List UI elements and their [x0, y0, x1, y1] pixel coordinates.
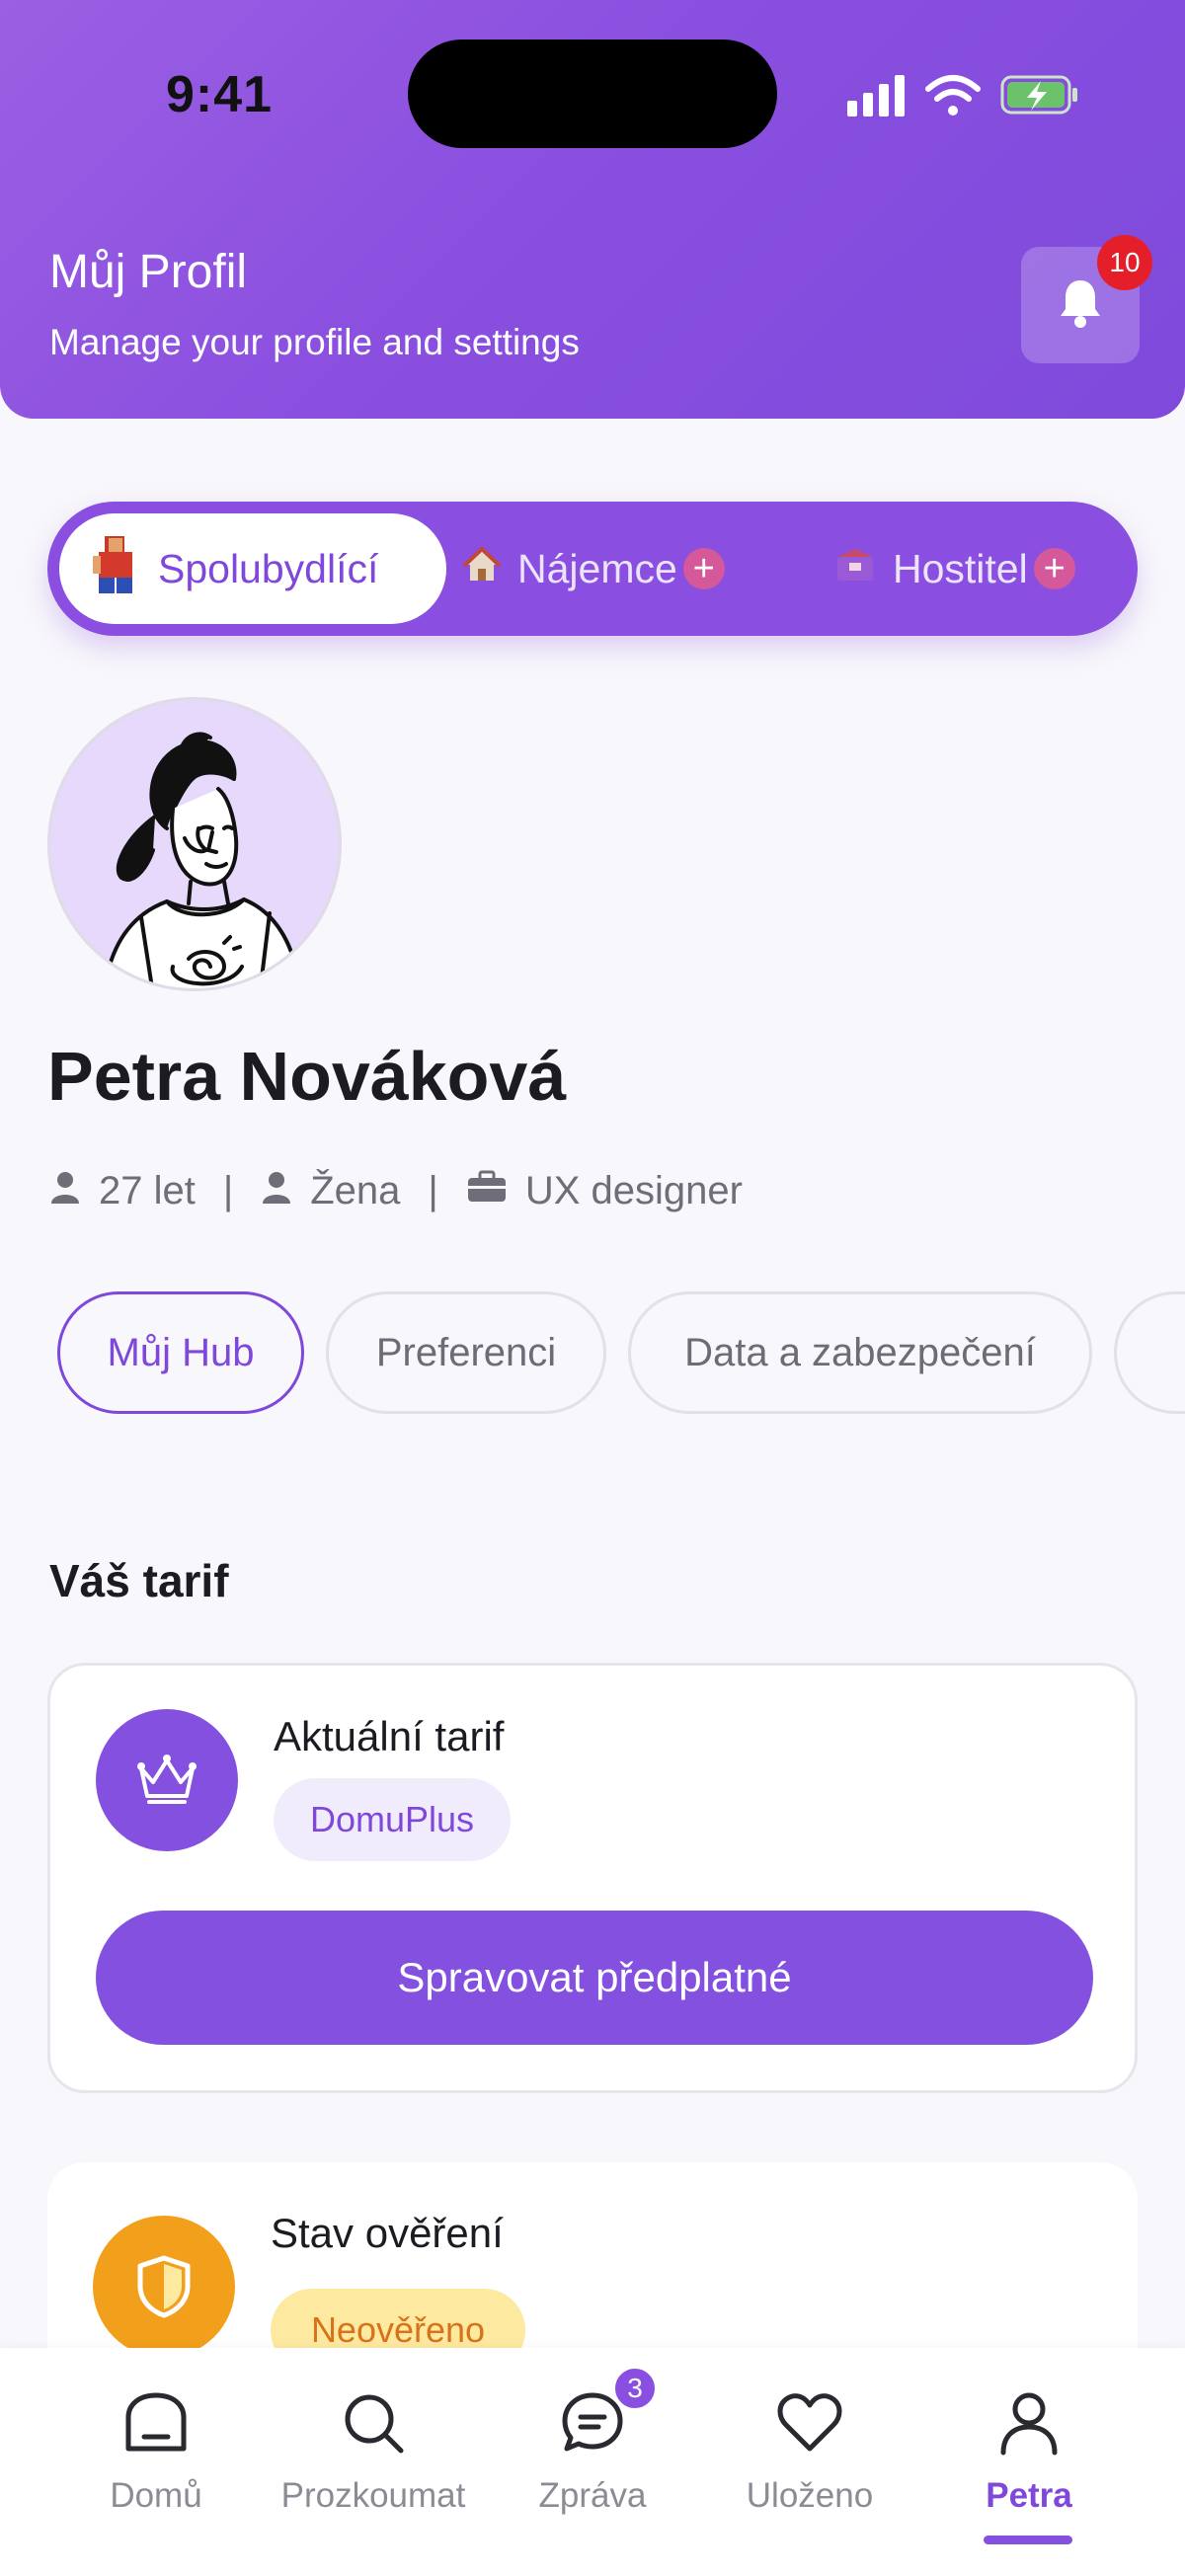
nav-profile[interactable]: Petra	[930, 2383, 1128, 2516]
active-nav-indicator	[984, 2536, 1072, 2544]
nav-messages[interactable]: Zpráva	[494, 2383, 691, 2516]
host-box-icon	[833, 545, 877, 593]
bottom-navigation: Domů Prozkoumat Zpráva 3 Uloženo Petra	[0, 2348, 1185, 2576]
meta-separator: |	[222, 1169, 234, 1212]
profile-age: 27 let	[99, 1169, 196, 1212]
tab-data-a-zabezpeceni[interactable]: Data a zabezpečení	[628, 1291, 1092, 1414]
tab-more[interactable]	[1114, 1291, 1185, 1414]
profile-name: Petra Nováková	[47, 1038, 567, 1115]
cellular-signal-icon	[847, 75, 905, 117]
nav-label: Uloženo	[746, 2476, 874, 2515]
plan-section-title: Váš tarif	[49, 1555, 229, 1606]
meta-separator: |	[428, 1169, 438, 1212]
plan-card: Aktuální tarif DomuPlus Spravovat předpl…	[47, 1663, 1138, 2093]
tab-muj-hub[interactable]: Můj Hub	[57, 1291, 304, 1414]
wifi-icon	[925, 75, 981, 116]
heart-icon	[770, 2383, 849, 2462]
manage-subscription-button[interactable]: Spravovat předplatné	[96, 1911, 1093, 2045]
nav-home[interactable]: Domů	[57, 2383, 255, 2516]
nav-label: Domů	[110, 2476, 202, 2515]
shield-icon	[93, 2216, 235, 2358]
nav-explore[interactable]: Prozkoumat	[275, 2383, 472, 2516]
profile-section-tabs: Můj Hub Preferenci Data a zabezpečení	[57, 1291, 1185, 1414]
nav-label: Prozkoumat	[280, 2476, 466, 2515]
crown-icon	[96, 1709, 238, 1851]
role-switcher: Spolubydlící Nájemce + Hostitel +	[47, 502, 1138, 636]
nav-label: Petra	[986, 2476, 1072, 2515]
home-icon	[117, 2383, 196, 2462]
messages-count-badge: 3	[612, 2366, 658, 2411]
person-icon	[49, 1169, 81, 1213]
status-icons	[847, 71, 1084, 120]
plan-name-badge: DomuPlus	[274, 1778, 511, 1861]
profile-meta: 27 let | Žena | UX designer	[49, 1169, 743, 1213]
profile-header: 9:41 Můj Profil Manage your profile and …	[0, 0, 1185, 419]
nav-saved[interactable]: Uloženo	[711, 2383, 908, 2516]
bell-icon	[1057, 276, 1104, 335]
avatar[interactable]	[47, 697, 342, 991]
role-label: Nájemce	[517, 545, 677, 591]
role-tab-hostitel[interactable]: Hostitel +	[833, 513, 1075, 624]
briefcase-icon	[466, 1169, 508, 1213]
role-tab-spolubydlici[interactable]: Spolubydlící	[59, 513, 446, 624]
status-bar: 9:41	[0, 0, 1185, 197]
add-role-icon: +	[1033, 548, 1075, 589]
role-tab-najemce[interactable]: Nájemce +	[462, 513, 725, 624]
verification-title: Stav ověření	[271, 2210, 504, 2256]
dynamic-island	[408, 39, 777, 148]
profile-occupation: UX designer	[524, 1169, 743, 1212]
house-icon	[462, 545, 502, 593]
tab-preferenci[interactable]: Preferenci	[326, 1291, 606, 1414]
nav-label: Zpráva	[538, 2476, 647, 2515]
notification-count-badge: 10	[1097, 235, 1152, 290]
page-subtitle: Manage your profile and settings	[49, 322, 580, 362]
person-icon	[261, 1169, 292, 1213]
status-time: 9:41	[166, 66, 274, 123]
search-icon	[334, 2383, 413, 2462]
profile-gender: Žena	[310, 1169, 401, 1212]
page-title: Můj Profil	[49, 246, 248, 298]
roommate-figure-icon	[89, 534, 142, 604]
role-label: Hostitel	[893, 545, 1028, 591]
user-icon	[989, 2383, 1068, 2462]
add-role-icon: +	[682, 548, 725, 589]
role-label: Spolubydlící	[158, 545, 379, 591]
current-plan-label: Aktuální tarif	[274, 1713, 505, 1759]
battery-charging-icon	[1000, 75, 1077, 115]
